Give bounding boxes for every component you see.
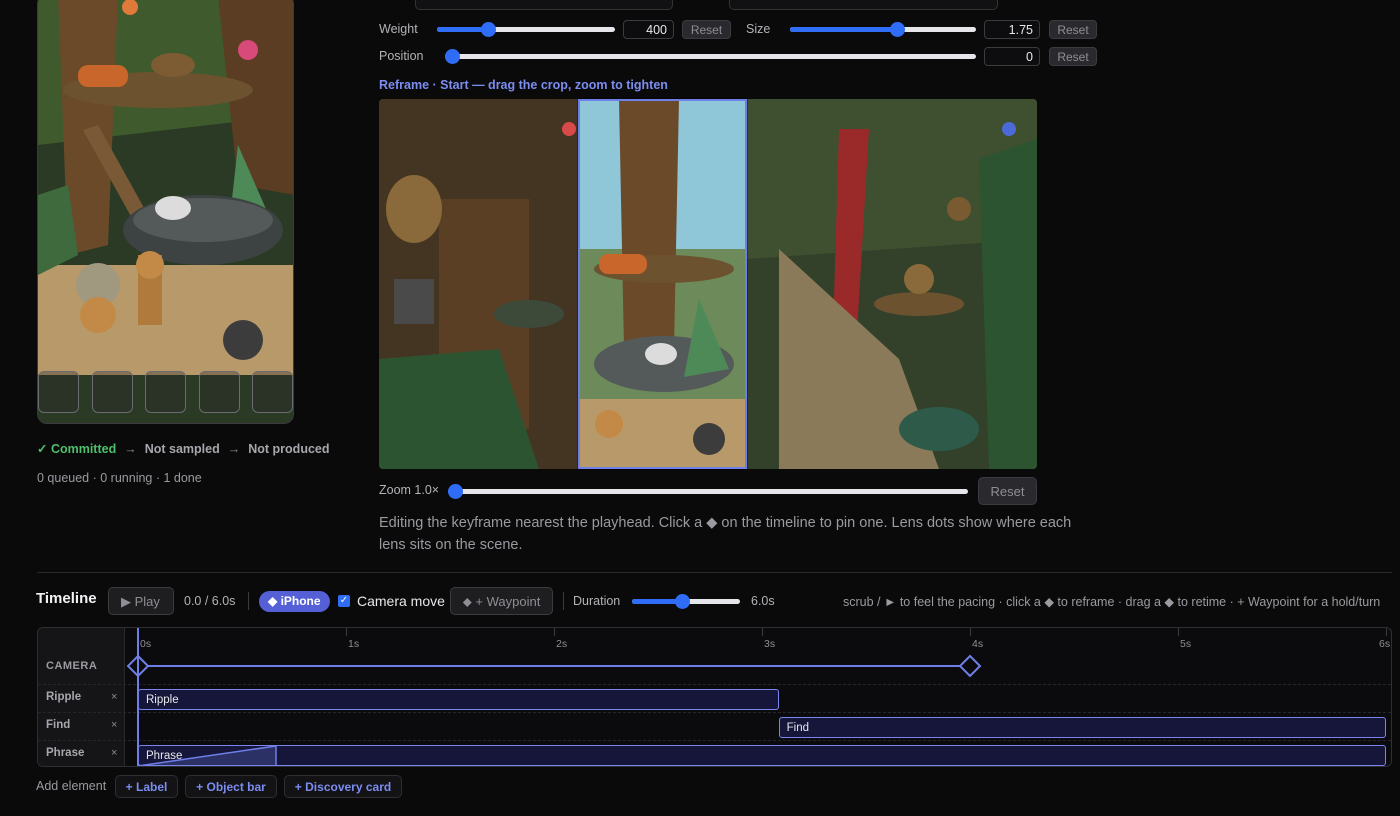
ruler-tick-label: 6s — [1379, 638, 1391, 650]
timeline-panel: CAMERA Ripple × Find × Phrase × 0s 1s 2s 3s… — [37, 627, 1392, 767]
weight-slider[interactable] — [437, 22, 615, 37]
select-field-top[interactable] — [729, 0, 998, 10]
ruler-tick — [970, 628, 971, 636]
playhead[interactable] — [137, 628, 139, 766]
weight-value[interactable]: 400 — [623, 20, 674, 39]
position-value[interactable]: 0 — [984, 47, 1040, 66]
time-readout: 0.0 / 6.0s — [184, 594, 236, 608]
zoom-label: Zoom 1.0× — [379, 483, 440, 497]
size-reset-button[interactable]: Reset — [1049, 20, 1097, 39]
ruler-tick — [762, 628, 763, 636]
add-waypoint-button[interactable]: ⬥ + Waypoint — [450, 587, 553, 615]
row-separator — [38, 740, 1391, 741]
size-value[interactable]: 1.75 — [984, 20, 1040, 39]
ruler-tick — [1178, 628, 1179, 636]
size-label: Size — [746, 22, 771, 36]
track-label-find: Find — [46, 719, 71, 731]
crop-rectangle[interactable] — [578, 99, 747, 469]
ruler-tick-label: 4s — [972, 638, 984, 650]
status-not-sampled: Not sampled — [144, 442, 220, 456]
size-slider[interactable] — [790, 22, 976, 37]
phone-preview — [37, 0, 294, 424]
lens-thumb[interactable] — [145, 371, 186, 413]
zoom-slider[interactable] — [448, 484, 968, 499]
lens-thumb[interactable] — [38, 371, 79, 413]
section-divider — [37, 572, 1392, 573]
lens-thumbnails — [38, 371, 293, 413]
position-label: Position — [379, 49, 424, 63]
remove-ripple-icon[interactable]: × — [111, 691, 117, 703]
track-label-phrase: Phrase — [46, 747, 85, 759]
lens-thumb[interactable] — [199, 371, 240, 413]
clip-find[interactable]: Find — [778, 717, 1386, 738]
preview-scene-image — [38, 0, 293, 423]
reframe-title: Reframe · Start — drag the crop, zoom to… — [379, 78, 668, 92]
reframe-help-text: Editing the keyframe nearest the playhea… — [379, 515, 1072, 553]
duration-label: Duration — [573, 594, 621, 608]
ruler-tick — [346, 628, 347, 636]
zoom-reset-button[interactable]: Reset — [978, 477, 1037, 505]
camera-track[interactable] — [38, 654, 1392, 678]
arrow-icon: → — [124, 442, 137, 456]
ruler-tick — [554, 628, 555, 636]
phrase-fade-ramp[interactable] — [138, 745, 278, 767]
weight-label: Weight — [379, 22, 418, 36]
status-committed: ✓ Committed — [37, 442, 117, 456]
add-discovery-card-button[interactable]: + Discovery card — [284, 775, 402, 798]
clip-phrase[interactable]: Phrase — [138, 745, 1386, 766]
queue-counts: 0 queued · 0 running · 1 done — [37, 471, 202, 485]
arrow-icon: → — [227, 442, 241, 456]
toolbar-separator — [563, 592, 564, 610]
ruler-tick-label: 2s — [556, 638, 568, 650]
add-label-button[interactable]: + Label — [115, 775, 178, 798]
status-not-produced: Not produced — [248, 442, 330, 456]
track-label-ripple: Ripple — [46, 691, 82, 703]
lens-thumb[interactable] — [252, 371, 293, 413]
add-element-label: Add element — [36, 779, 107, 793]
ruler-tick-label: 5s — [1180, 638, 1192, 650]
duration-value: 6.0s — [751, 594, 775, 608]
play-button[interactable]: ▶ Play — [108, 587, 174, 615]
ruler-tick-label: 0s — [140, 638, 152, 650]
camera-move-checkbox[interactable]: ✓ — [338, 595, 350, 607]
clip-ripple[interactable]: Ripple — [138, 689, 779, 710]
camera-move-label[interactable]: Camera move — [357, 593, 445, 609]
keyframe-diamond-icon[interactable] — [958, 654, 982, 678]
row-separator — [38, 712, 1391, 713]
remove-find-icon[interactable]: × — [111, 719, 117, 731]
remove-phrase-icon[interactable]: × — [111, 747, 117, 759]
toolbar-separator — [248, 592, 249, 610]
add-object-bar-button[interactable]: + Object bar — [185, 775, 277, 798]
position-slider[interactable] — [445, 49, 976, 64]
text-field-top[interactable] — [415, 0, 673, 10]
duration-slider[interactable] — [632, 594, 740, 609]
ruler-tick — [1386, 628, 1387, 636]
ruler-tick-label: 1s — [348, 638, 360, 650]
timeline-hint: scrub / ► to feel the pacing · click a ◆… — [843, 595, 1381, 609]
pipeline-status: ✓ Committed → Not sampled → Not produced — [37, 441, 330, 456]
device-pill[interactable]: ◆ iPhone — [259, 591, 330, 612]
timeline-track-labels: CAMERA Ripple × Find × Phrase × — [38, 628, 125, 766]
lens-thumb[interactable] — [92, 371, 133, 413]
position-reset-button[interactable]: Reset — [1049, 47, 1097, 66]
timeline-title: Timeline — [36, 590, 97, 607]
row-separator — [38, 684, 1391, 685]
weight-reset-button[interactable]: Reset — [682, 20, 731, 39]
ruler-tick-label: 3s — [764, 638, 776, 650]
